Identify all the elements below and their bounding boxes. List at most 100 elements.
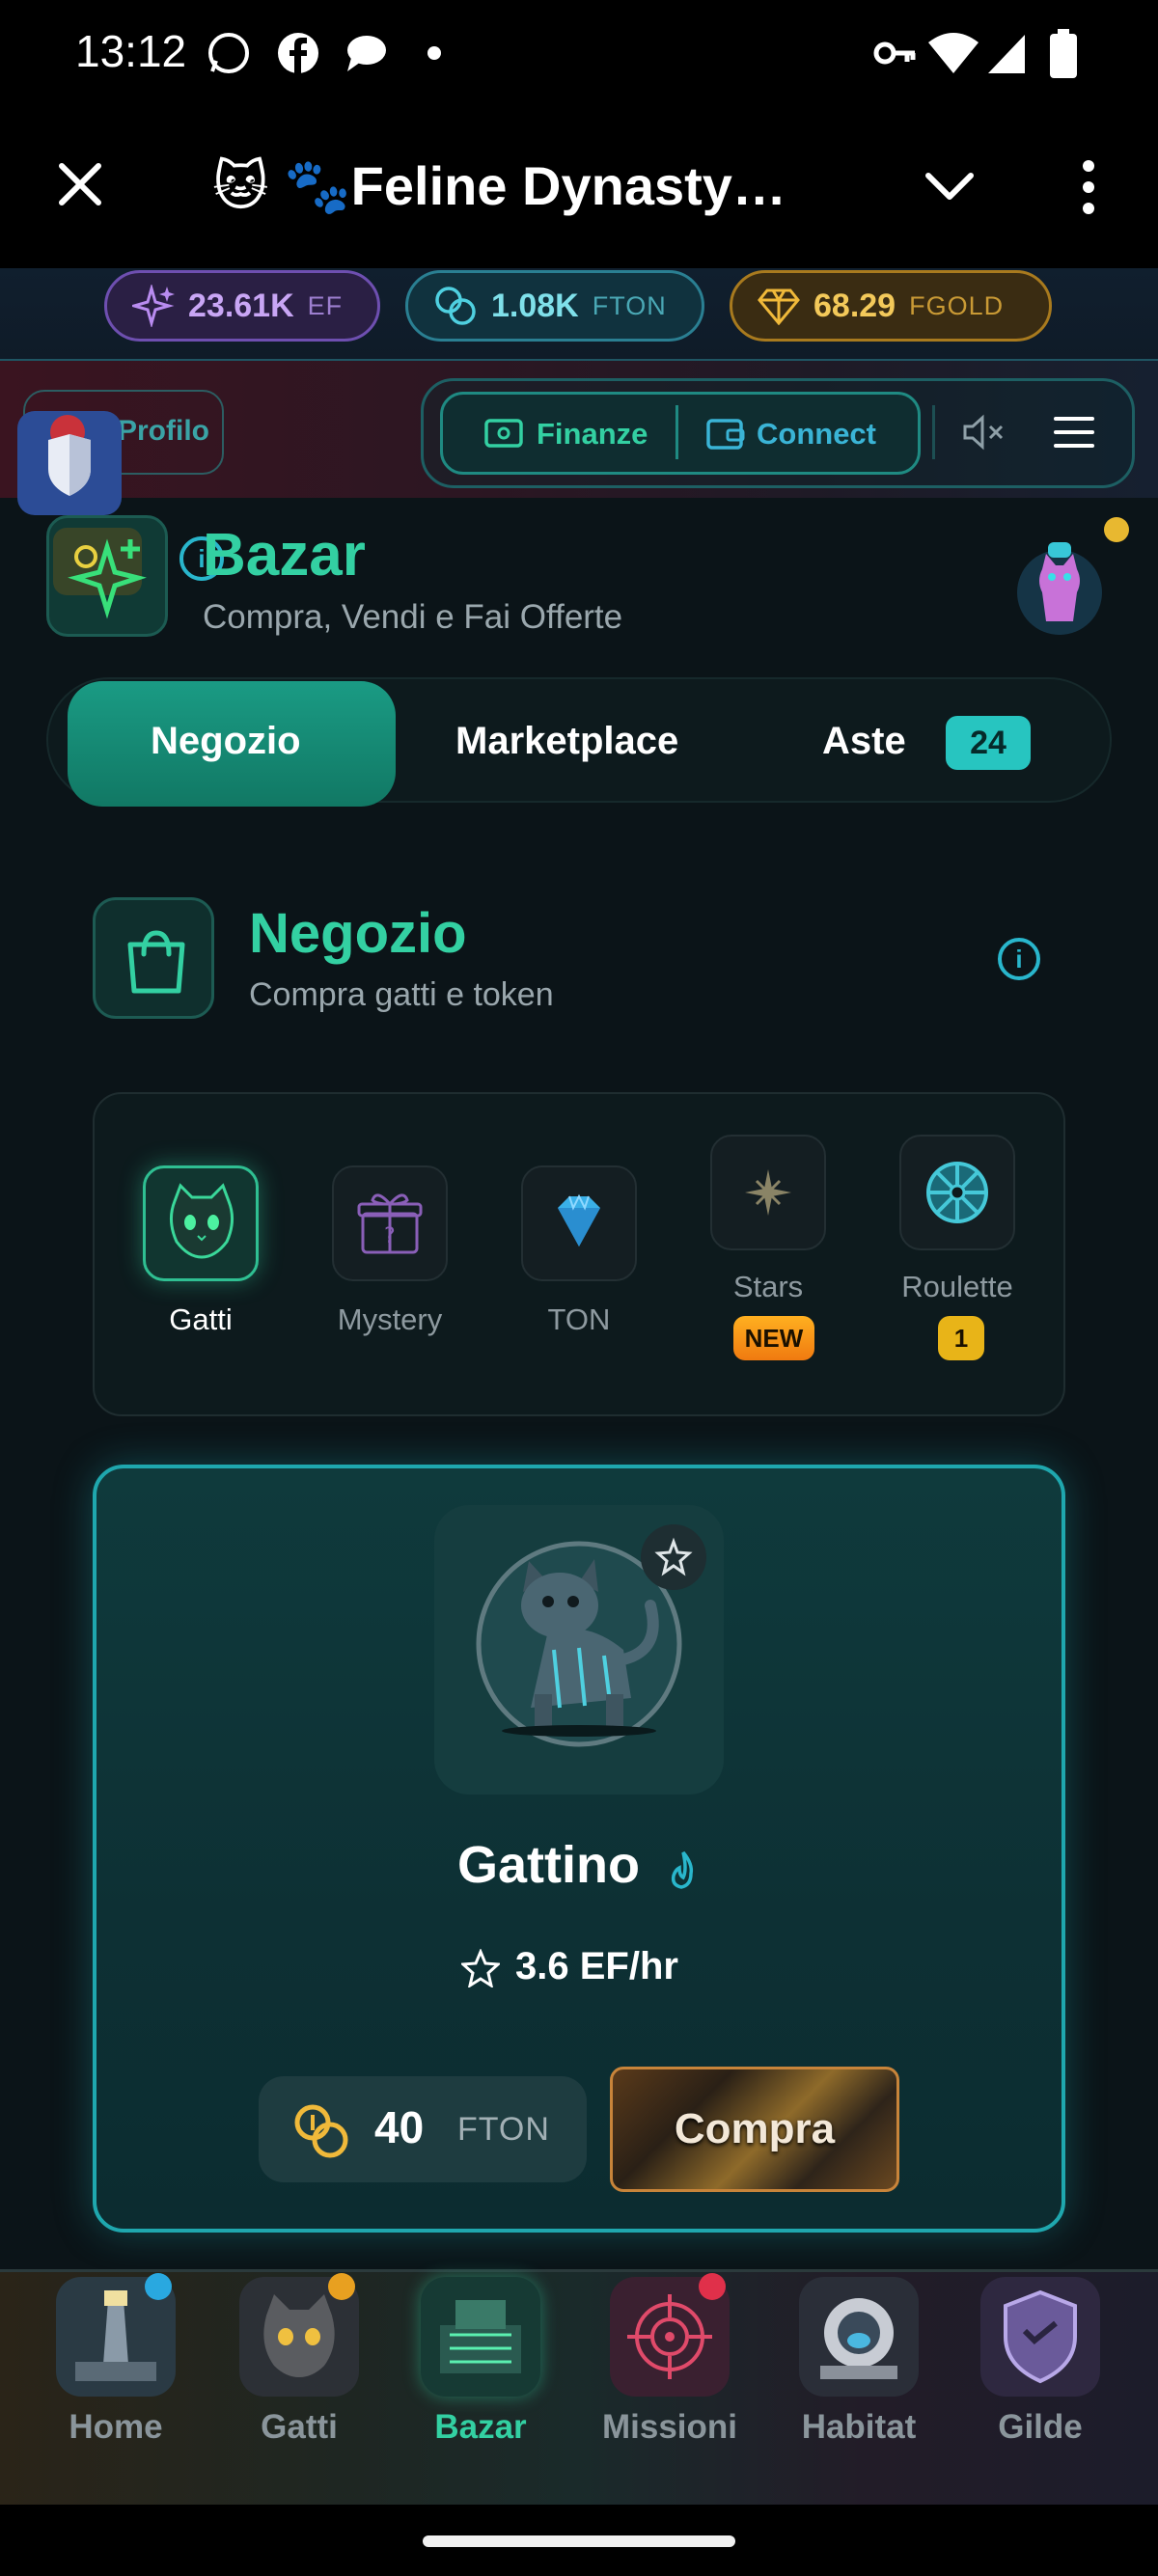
- section-title: Negozio: [249, 902, 467, 965]
- wallet-icon: [706, 419, 745, 450]
- ef-unit: EF: [307, 290, 344, 320]
- nav-habitat-label: Habitat: [801, 2408, 917, 2446]
- dot-icon: [427, 46, 441, 60]
- status-time: 13:12: [75, 26, 187, 76]
- tab-marketplace[interactable]: Marketplace: [455, 720, 678, 763]
- fgold-value: 68.29: [813, 287, 896, 324]
- aste-count-badge: 24: [946, 716, 1031, 770]
- app-header: 🐱 🐾Feline Dynasty…: [0, 106, 1158, 268]
- price-unit: FTON: [457, 2111, 550, 2148]
- roulette-icon: [926, 1162, 988, 1223]
- close-icon[interactable]: [56, 160, 104, 208]
- gem-icon: [758, 288, 800, 325]
- profile-label: Profilo: [118, 415, 209, 447]
- category-ton[interactable]: [521, 1165, 637, 1281]
- connect-label: Connect: [757, 417, 876, 451]
- chat-bubble-icon: [347, 36, 386, 71]
- category-ton-label: TON: [547, 1302, 611, 1336]
- svg-text:?: ?: [384, 1224, 396, 1248]
- category-mystery-label: Mystery: [337, 1302, 443, 1336]
- nav-gatti-label: Gatti: [261, 2408, 338, 2446]
- sparkle-icon: [132, 285, 175, 327]
- finance-button[interactable]: Finanze: [454, 396, 662, 471]
- fton-unit: FTON: [592, 290, 667, 320]
- battery-icon: [1050, 29, 1077, 78]
- fgold-unit: FGOLD: [909, 290, 1005, 320]
- coins-icon: [294, 2104, 348, 2158]
- currency-bar: 23.61K EF 1.08K FTON 68.29 FGOLD: [0, 268, 1158, 361]
- sparkles-icon: [53, 528, 147, 619]
- app-title: 🐱 🐾Feline Dynasty…: [212, 155, 786, 216]
- fton-value: 1.08K: [491, 287, 579, 324]
- roulette-count-badge: 1: [938, 1316, 984, 1360]
- nav-missioni-label: Missioni: [601, 2408, 738, 2446]
- star-outline-icon: [461, 1949, 500, 1987]
- nav-habitat[interactable]: [799, 2277, 919, 2397]
- diamond-icon: [558, 1193, 600, 1247]
- category-stars-label: Stars: [732, 1270, 804, 1303]
- mute-icon[interactable]: [961, 413, 1007, 452]
- key-icon: [873, 41, 916, 65]
- divider: [932, 405, 935, 459]
- nav-gatti-dot: [328, 2273, 355, 2300]
- gift-icon: ?: [357, 1193, 423, 1254]
- star-icon: [745, 1169, 791, 1216]
- ef-balance[interactable]: 23.61K EF: [104, 270, 380, 342]
- facebook-icon: [278, 33, 318, 73]
- product-name: Gattino: [457, 1836, 640, 1894]
- nav-missioni-dot: [699, 2273, 726, 2300]
- chevron-down-icon[interactable]: [924, 170, 975, 203]
- nav-gilde[interactable]: [980, 2277, 1100, 2397]
- shield-avatar[interactable]: [17, 411, 122, 515]
- habitat-pod-icon: [820, 2298, 897, 2379]
- more-vertical-icon[interactable]: [1071, 158, 1106, 216]
- page-subtitle: Compra, Vendi e Fai Offerte: [203, 598, 623, 636]
- coins-icon: [435, 287, 476, 325]
- buy-label[interactable]: Compra: [610, 2105, 899, 2153]
- flame-icon: [671, 1850, 694, 1889]
- ef-value: 23.61K: [188, 287, 294, 324]
- category-gatti-label: Gatti: [169, 1302, 233, 1336]
- tab-negozio[interactable]: Negozio: [151, 720, 301, 763]
- favorite-button[interactable]: [641, 1524, 706, 1590]
- tab-aste[interactable]: Aste: [822, 720, 906, 763]
- category-stars[interactable]: [710, 1135, 826, 1250]
- category-roulette[interactable]: [899, 1135, 1015, 1250]
- shop-icon-box: [93, 897, 214, 1019]
- nav-bazar-label: Bazar: [434, 2408, 527, 2446]
- nav-home-label: Home: [69, 2408, 163, 2446]
- money-icon: [484, 419, 523, 448]
- cat-icon: [170, 1183, 234, 1259]
- fton-balance[interactable]: 1.08K FTON: [405, 270, 704, 342]
- page-title: Bazar: [203, 522, 366, 589]
- home-indicator[interactable]: [423, 2535, 735, 2547]
- product-rate: 3.6 EF/hr: [515, 1945, 678, 1987]
- cat-mascot-icon[interactable]: [1013, 533, 1106, 635]
- menu-icon[interactable]: [1054, 415, 1094, 450]
- market-building-icon: [440, 2300, 521, 2373]
- category-roulette-label: Roulette: [901, 1270, 1013, 1303]
- info-icon[interactable]: i: [998, 938, 1040, 980]
- nav-home-dot: [145, 2273, 172, 2300]
- nav-gilde-label: Gilde: [998, 2408, 1083, 2446]
- signal-icon: [988, 35, 1025, 73]
- price-value: 40: [374, 2102, 425, 2152]
- notification-dot: [1104, 517, 1129, 542]
- guild-shield-icon: [1004, 2289, 1077, 2384]
- new-badge: NEW: [733, 1316, 814, 1360]
- category-mystery[interactable]: ?: [332, 1165, 448, 1281]
- divider: [676, 405, 678, 459]
- nav-bazar[interactable]: [421, 2277, 540, 2397]
- shopping-bag-icon: [127, 930, 185, 994]
- fgold-balance[interactable]: 68.29 FGOLD: [730, 270, 1052, 342]
- wifi-icon: [928, 33, 979, 73]
- shield-icon: [48, 415, 91, 496]
- whatsapp-icon: [208, 33, 249, 73]
- section-subtitle: Compra gatti e token: [249, 976, 554, 1013]
- finance-label: Finanze: [537, 417, 648, 451]
- connect-button[interactable]: Connect: [689, 396, 917, 471]
- status-bar: 13:12: [0, 0, 1158, 106]
- star-outline-icon: [654, 1537, 693, 1576]
- category-gatti[interactable]: [143, 1165, 259, 1281]
- bazar-icon: [46, 515, 168, 637]
